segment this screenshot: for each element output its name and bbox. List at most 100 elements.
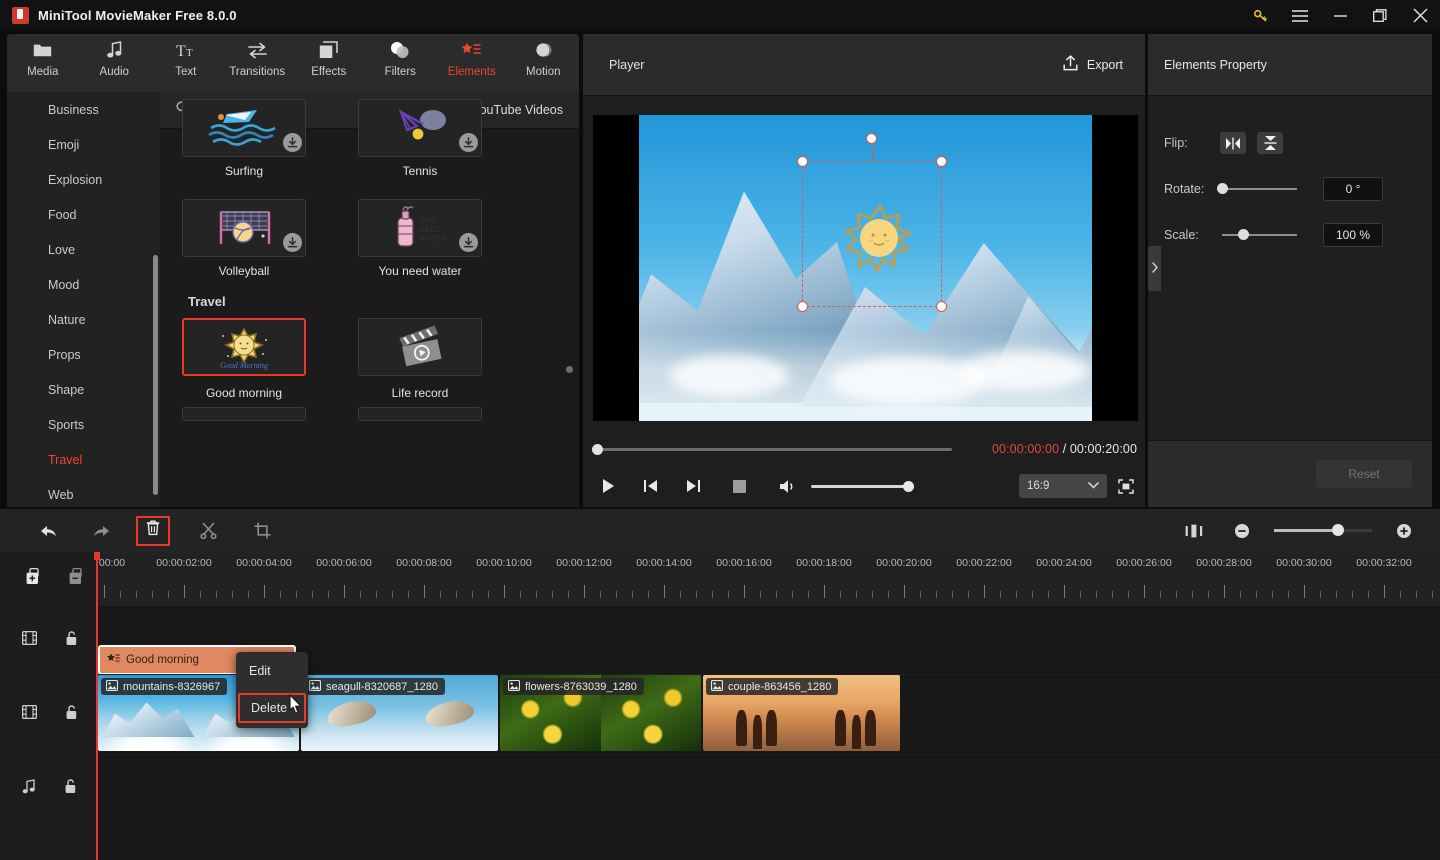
video-clip-seagull[interactable]: seagull-8320687_1280 bbox=[301, 675, 498, 751]
play-button[interactable] bbox=[591, 471, 627, 501]
element-card-you-need-water[interactable]: YOU NEED WATER You need water bbox=[358, 199, 482, 278]
category-item-love[interactable]: Love bbox=[7, 232, 160, 267]
toolbar-item-elements[interactable]: Elements bbox=[436, 39, 508, 78]
rotate-knob[interactable] bbox=[1217, 183, 1228, 194]
aspect-ratio-select[interactable]: 16:9 bbox=[1019, 474, 1107, 498]
music-note-icon bbox=[106, 39, 123, 61]
category-item-shape[interactable]: Shape bbox=[7, 372, 160, 407]
download-icon[interactable] bbox=[283, 233, 302, 252]
toolbar-item-text[interactable]: TT Text bbox=[150, 39, 222, 79]
maximize-icon[interactable] bbox=[1360, 0, 1400, 31]
unlock-icon[interactable] bbox=[64, 778, 77, 799]
unlock-icon[interactable] bbox=[65, 704, 78, 725]
toolbar-label: Transitions bbox=[229, 66, 286, 78]
category-item-nature[interactable]: Nature bbox=[7, 302, 160, 337]
key-icon[interactable] bbox=[1240, 0, 1280, 31]
scale-slider[interactable] bbox=[1222, 229, 1297, 240]
volume-knob[interactable] bbox=[903, 480, 914, 492]
category-item-web[interactable]: Web bbox=[7, 477, 160, 507]
element-card-partial-1[interactable] bbox=[182, 407, 306, 421]
resize-handle-top-right[interactable] bbox=[936, 156, 947, 167]
stop-button[interactable] bbox=[721, 471, 757, 501]
playhead[interactable] bbox=[94, 552, 100, 860]
ruler-tick bbox=[1320, 591, 1321, 598]
toolbar-item-effects[interactable]: Effects bbox=[293, 39, 365, 78]
category-item-emoji[interactable]: Emoji bbox=[7, 127, 160, 162]
timeline-zoom-slider[interactable] bbox=[1274, 524, 1372, 536]
image-icon bbox=[710, 679, 724, 694]
ruler-tick bbox=[568, 591, 569, 598]
image-icon bbox=[507, 679, 521, 694]
undo-button[interactable] bbox=[30, 516, 66, 546]
category-item-sports[interactable]: Sports bbox=[7, 407, 160, 442]
category-scrollbar[interactable] bbox=[153, 255, 158, 495]
remove-track-icon[interactable] bbox=[69, 567, 86, 590]
menu-icon[interactable] bbox=[1280, 0, 1320, 31]
flip-vertical-icon[interactable] bbox=[1257, 132, 1283, 154]
element-card-good-morning[interactable]: Good Morning Good morning bbox=[182, 318, 306, 400]
resize-handle-top-left[interactable] bbox=[797, 156, 808, 167]
toolbar-item-audio[interactable]: Audio bbox=[79, 39, 151, 78]
download-icon[interactable] bbox=[459, 133, 478, 152]
elements-scroll-dot[interactable] bbox=[566, 366, 573, 373]
redo-button[interactable] bbox=[84, 516, 120, 546]
ruler-tick bbox=[584, 585, 585, 598]
split-button[interactable] bbox=[190, 516, 226, 546]
add-track-icon[interactable] bbox=[26, 567, 43, 590]
fit-timeline-button[interactable] bbox=[1176, 516, 1212, 546]
toolbar-label: Media bbox=[27, 66, 59, 78]
timeline-ruler[interactable]: 00:00 00:00:02:00 00:00:04:00 00:00:06:00 00… bbox=[96, 552, 1440, 606]
rotate-handle[interactable] bbox=[866, 133, 877, 144]
preview-video[interactable] bbox=[639, 115, 1092, 421]
video-clip-flowers[interactable]: flowers-8763039_1280 bbox=[500, 675, 701, 751]
next-frame-button[interactable] bbox=[675, 471, 711, 501]
category-item-food[interactable]: Food bbox=[7, 197, 160, 232]
category-item-props[interactable]: Props bbox=[7, 337, 160, 372]
element-card-surfing[interactable]: Surfing bbox=[182, 99, 306, 178]
download-icon[interactable] bbox=[459, 233, 478, 252]
zoom-in-button[interactable] bbox=[1386, 516, 1422, 546]
toolbar-item-filters[interactable]: Filters bbox=[365, 39, 437, 78]
seek-knob[interactable] bbox=[592, 443, 603, 455]
timeline-track-audio-1[interactable] bbox=[96, 754, 1440, 822]
delete-button[interactable] bbox=[136, 515, 170, 546]
fullscreen-button[interactable] bbox=[1107, 471, 1145, 501]
category-item-explosion[interactable]: Explosion bbox=[7, 162, 160, 197]
rotate-slider[interactable] bbox=[1217, 183, 1297, 194]
toolbar-item-transitions[interactable]: Transitions bbox=[222, 39, 294, 78]
previous-frame-button[interactable] bbox=[633, 471, 669, 501]
minimize-icon[interactable] bbox=[1320, 0, 1360, 31]
resize-handle-bottom-right[interactable] bbox=[936, 301, 947, 312]
flip-horizontal-icon[interactable] bbox=[1220, 132, 1246, 154]
reset-button[interactable]: Reset bbox=[1316, 460, 1412, 488]
category-item-mood[interactable]: Mood bbox=[7, 267, 160, 302]
element-card-tennis[interactable]: Tennis bbox=[358, 99, 482, 178]
resize-handle-bottom-left[interactable] bbox=[797, 301, 808, 312]
video-clip-couple[interactable]: couple-863456_1280 bbox=[703, 675, 900, 751]
element-card-life-record[interactable]: Life record bbox=[358, 318, 482, 400]
rotate-value[interactable]: 0 ° bbox=[1323, 177, 1383, 201]
crop-button[interactable] bbox=[244, 516, 280, 546]
download-icon[interactable] bbox=[283, 133, 302, 152]
element-card-volleyball[interactable]: Volleyball bbox=[182, 199, 306, 278]
volume-button[interactable] bbox=[769, 471, 805, 501]
element-card-partial-2[interactable] bbox=[358, 407, 482, 421]
toolbar-item-motion[interactable]: Motion bbox=[508, 39, 580, 78]
category-item-travel[interactable]: Travel bbox=[7, 442, 160, 477]
unlock-icon[interactable] bbox=[65, 630, 78, 651]
element-selection-box[interactable] bbox=[797, 133, 947, 312]
category-item-business[interactable]: Business bbox=[7, 92, 160, 127]
export-button[interactable]: Export bbox=[1063, 55, 1123, 74]
zoom-out-button[interactable] bbox=[1224, 516, 1260, 546]
close-icon[interactable] bbox=[1400, 0, 1440, 31]
ruler-tick bbox=[1400, 591, 1401, 598]
scale-value[interactable]: 100 % bbox=[1323, 223, 1383, 247]
volume-slider[interactable] bbox=[811, 480, 914, 492]
scale-knob[interactable] bbox=[1238, 229, 1249, 240]
toolbar-item-media[interactable]: Media bbox=[7, 39, 79, 78]
context-menu-item-edit[interactable]: Edit bbox=[236, 652, 308, 690]
zoom-knob[interactable] bbox=[1332, 524, 1344, 536]
seek-slider[interactable] bbox=[592, 443, 952, 455]
elements-section-title: Travel bbox=[188, 294, 226, 309]
panel-collapse-toggle[interactable] bbox=[1148, 246, 1161, 291]
